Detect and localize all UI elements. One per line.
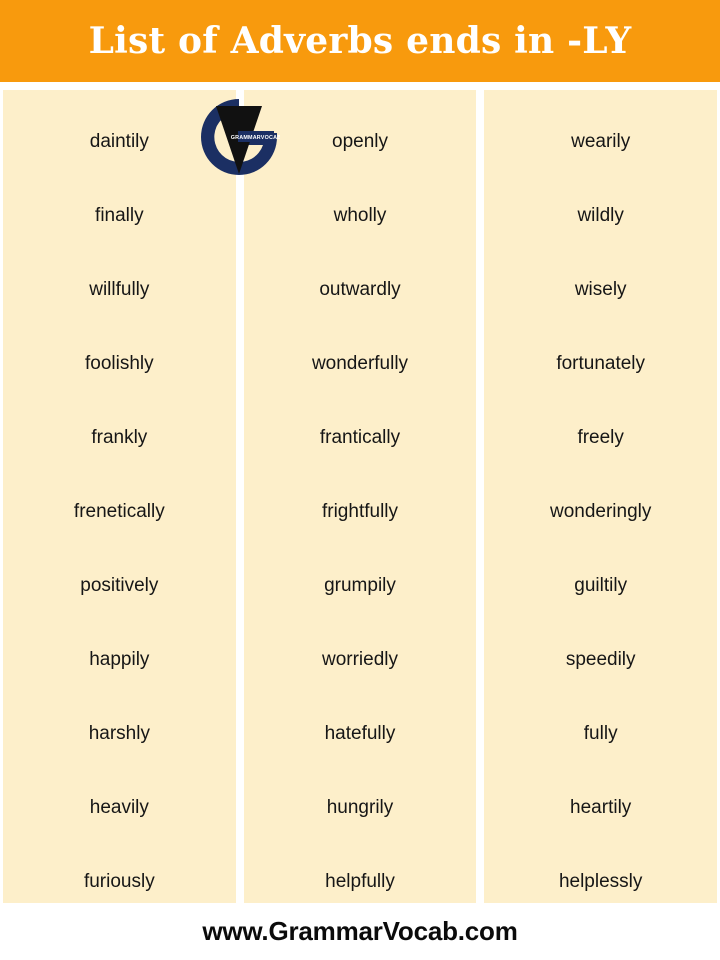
list-item: heartily <box>484 770 717 844</box>
word-text: wisely <box>574 278 627 300</box>
list-item: guiltily <box>484 548 717 622</box>
word-text: frenetically <box>73 500 165 522</box>
word-text: wearily <box>571 130 631 152</box>
list-item: fortunately <box>484 326 717 400</box>
word-text: finally <box>95 204 144 226</box>
word-text: happily <box>89 648 150 670</box>
word-text: hungrily <box>326 796 394 818</box>
word-text: openly <box>332 130 388 152</box>
header-bar: List of Adverbs ends in -LY <box>0 0 720 82</box>
list-item: freely <box>484 400 717 474</box>
word-text: grumpily <box>324 574 396 596</box>
list-item: wisely <box>484 252 717 326</box>
list-item: grumpily <box>244 548 477 622</box>
list-item: hungrily <box>244 770 477 844</box>
list-item: wonderingly <box>484 474 717 548</box>
word-text: positively <box>80 574 159 596</box>
list-item: worriedly <box>244 622 477 696</box>
word-text: harshly <box>88 722 150 744</box>
word-text: frankly <box>91 426 148 448</box>
footer-bar: www.GrammarVocab.com <box>0 903 720 960</box>
word-text: speedily <box>565 648 636 670</box>
list-item: willfully <box>3 252 236 326</box>
word-columns: daintily finally willfully foolishly fra… <box>3 90 718 903</box>
word-text: helpfully <box>325 870 395 892</box>
list-item: foolishly <box>3 326 236 400</box>
word-text: freely <box>577 426 624 448</box>
word-text: worriedly <box>321 648 399 670</box>
list-item: frenetically <box>3 474 236 548</box>
list-item: happily <box>3 622 236 696</box>
list-item: hatefully <box>244 696 477 770</box>
list-item: wonderfully <box>244 326 477 400</box>
list-item: speedily <box>484 622 717 696</box>
logo-wordmark: GRAMMARVOCAB <box>231 135 280 141</box>
word-text: guiltily <box>574 574 628 596</box>
word-text: fully <box>583 722 618 744</box>
word-text: heartily <box>570 796 632 818</box>
word-text: furiously <box>83 870 155 892</box>
word-text: helplessly <box>558 870 643 892</box>
word-text: frightfully <box>321 500 399 522</box>
list-item: harshly <box>3 696 236 770</box>
list-item: frantically <box>244 400 477 474</box>
list-item: outwardly <box>244 252 477 326</box>
word-text: wildly <box>577 204 624 226</box>
word-text: foolishly <box>85 352 154 374</box>
list-item: frankly <box>3 400 236 474</box>
adverbs-list-page: List of Adverbs ends in -LY daintily fin… <box>0 0 720 960</box>
list-item: frightfully <box>244 474 477 548</box>
word-column-1: daintily finally willfully foolishly fra… <box>3 90 236 903</box>
list-item: wholly <box>244 178 477 252</box>
list-item: wildly <box>484 178 717 252</box>
word-text: willfully <box>89 278 150 300</box>
list-item: finally <box>3 178 236 252</box>
grammarvocab-logo-icon: GRAMMARVOCAB <box>198 96 280 178</box>
list-item: positively <box>3 548 236 622</box>
list-item: fully <box>484 696 717 770</box>
word-column-3: wearily wildly wisely fortunately freely… <box>484 90 718 903</box>
word-column-2: openly wholly outwardly wonderfully fran… <box>243 90 477 903</box>
word-text: outwardly <box>319 278 401 300</box>
website-url[interactable]: www.GrammarVocab.com <box>202 916 518 947</box>
word-text: wonderingly <box>549 500 652 522</box>
word-text: wonderfully <box>311 352 409 374</box>
list-item: heavily <box>3 770 236 844</box>
word-text: wholly <box>333 204 387 226</box>
list-item: wearily <box>484 104 717 178</box>
page-title: List of Adverbs ends in -LY <box>88 20 632 62</box>
word-text: fortunately <box>556 352 646 374</box>
word-text: frantically <box>319 426 401 448</box>
word-text: heavily <box>89 796 149 818</box>
word-text: hatefully <box>324 722 396 744</box>
word-text: daintily <box>89 130 149 152</box>
